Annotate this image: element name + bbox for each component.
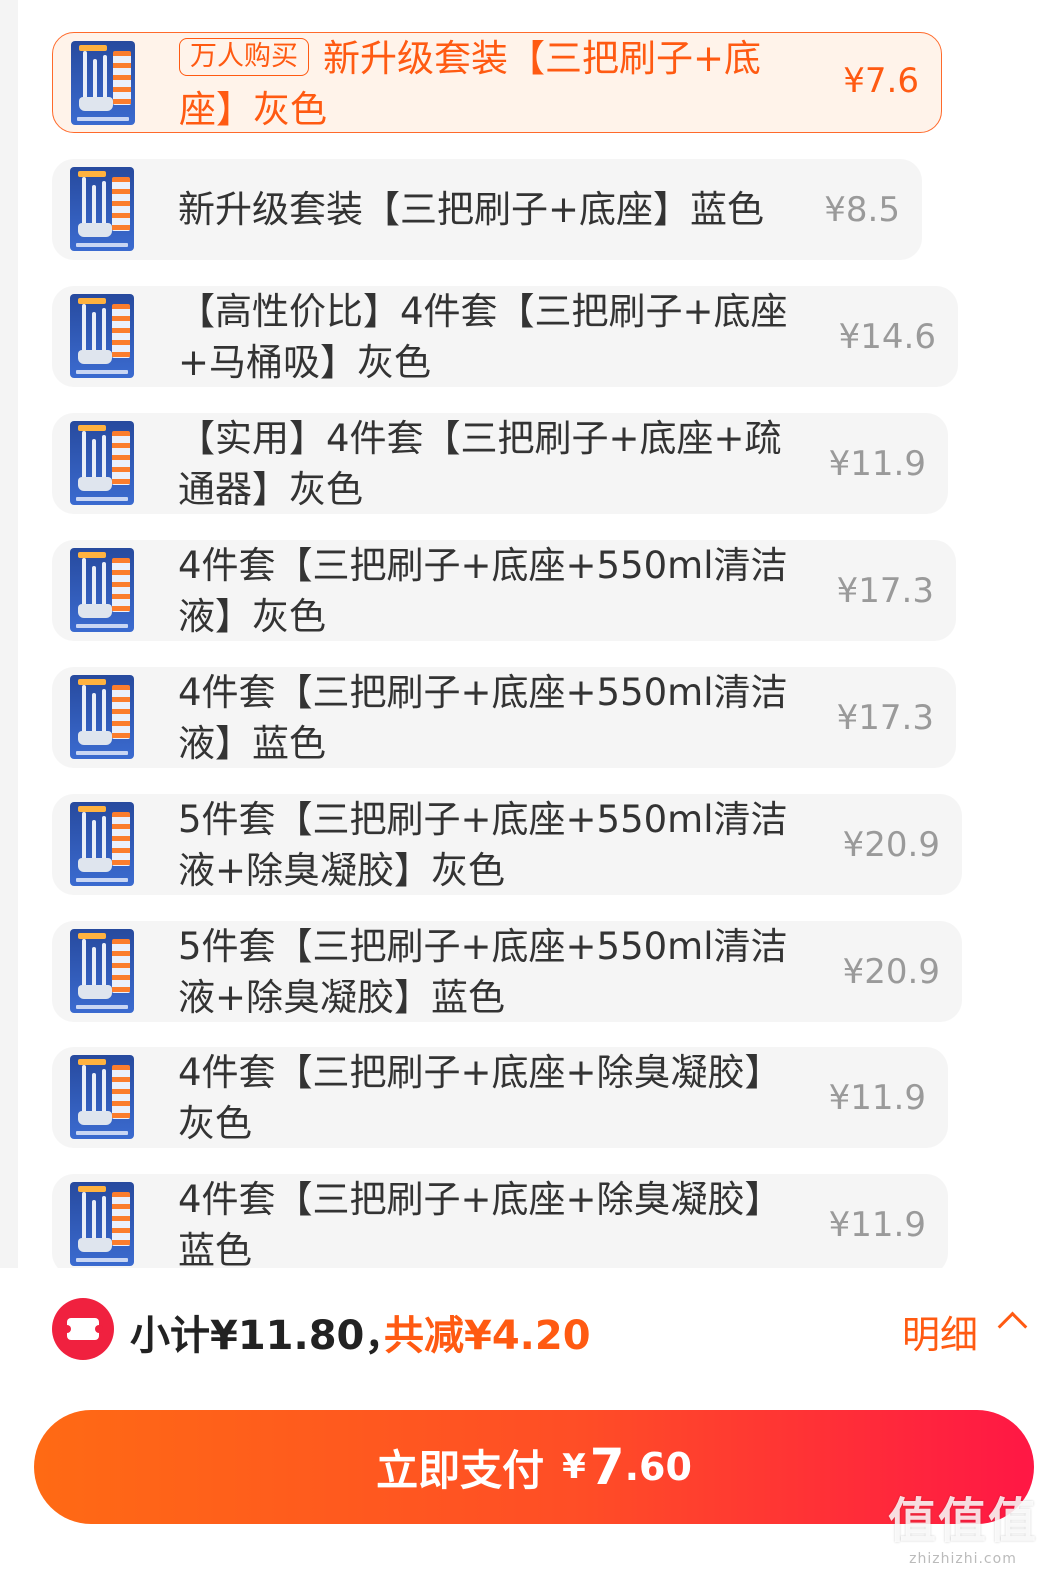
subtotal-text: 小计¥11.80， xyxy=(130,1313,405,1359)
sku-option[interactable]: 【高性价比】4件套【三把刷子+底座+马桶吸】灰色 ¥14.6 xyxy=(52,286,958,387)
product-thumbnail xyxy=(70,675,134,759)
sku-option-list: 万人购买 新升级套装【三把刷子+底座】灰色 ¥7.6 新升级套装【三把刷子+底座】… xyxy=(0,0,1052,1268)
sku-option-name: 【实用】4件套【三把刷子+底座+疏通器】灰色 xyxy=(178,417,782,511)
product-thumbnail xyxy=(70,1055,134,1139)
sku-option-name: 4件套【三把刷子+底座+550ml清洁液】灰色 xyxy=(178,544,788,638)
hot-badge: 万人购买 xyxy=(179,38,309,76)
sku-option-name: 【高性价比】4件套【三把刷子+底座+马桶吸】灰色 xyxy=(178,290,788,384)
sku-option-price: ¥11.9 xyxy=(828,1205,926,1245)
sku-option-name: 5件套【三把刷子+底座+550ml清洁液+除臭凝胶】灰色 xyxy=(178,798,788,892)
pay-currency: ¥ xyxy=(562,1447,586,1487)
sku-option-name: 4件套【三把刷子+底座+除臭凝胶】蓝色 xyxy=(178,1178,782,1268)
sku-option-price: ¥17.3 xyxy=(836,698,934,738)
sku-option[interactable]: 5件套【三把刷子+底座+550ml清洁液+除臭凝胶】蓝色 ¥20.9 xyxy=(52,921,962,1022)
sku-option-price: ¥11.9 xyxy=(828,444,926,484)
product-thumbnail xyxy=(70,548,134,632)
pay-button-label: 立即支付 xyxy=(376,1445,545,1495)
chevron-up-icon[interactable] xyxy=(997,1311,1028,1342)
pay-now-button[interactable]: 立即支付 ¥ 7 .60 xyxy=(34,1410,1034,1524)
sku-option[interactable]: 【实用】4件套【三把刷子+底座+疏通器】灰色 ¥11.9 xyxy=(52,413,948,514)
sku-option[interactable]: 新升级套装【三把刷子+底座】蓝色 ¥8.5 xyxy=(52,159,922,260)
sku-option[interactable]: 4件套【三把刷子+底座+除臭凝胶】灰色 ¥11.9 xyxy=(52,1047,948,1148)
sku-option[interactable]: 4件套【三把刷子+底座+550ml清洁液】蓝色 ¥17.3 xyxy=(52,667,956,768)
checkout-footer: 小计¥11.80， 共减¥4.20 明细 立即支付 ¥ 7 .60 值值值 zh… xyxy=(0,1268,1052,1585)
product-thumbnail xyxy=(71,41,135,125)
sku-option-name: 新升级套装【三把刷子+底座】蓝色 xyxy=(178,188,765,231)
product-thumbnail xyxy=(70,294,134,378)
product-thumbnail xyxy=(70,1182,134,1266)
detail-toggle-label[interactable]: 明细 xyxy=(902,1304,978,1359)
sku-option-price: ¥20.9 xyxy=(842,952,940,992)
pay-amount-decimal: .60 xyxy=(624,1445,692,1489)
sku-option-name: 4件套【三把刷子+底座+除臭凝胶】灰色 xyxy=(178,1051,782,1145)
sku-option-price: ¥14.6 xyxy=(838,317,936,357)
sku-option-price: ¥11.9 xyxy=(828,1078,926,1118)
product-thumbnail xyxy=(70,167,134,251)
discount-text: 共减¥4.20 xyxy=(384,1313,591,1359)
sku-option-name: 5件套【三把刷子+底座+550ml清洁液+除臭凝胶】蓝色 xyxy=(178,925,788,1019)
sku-option[interactable]: 万人购买 新升级套装【三把刷子+底座】灰色 ¥7.6 xyxy=(52,32,942,133)
sku-option-name: 4件套【三把刷子+底座+550ml清洁液】蓝色 xyxy=(178,671,788,765)
watermark: 值值值 zhizhizhi.com xyxy=(887,1493,1038,1567)
sku-option-price: ¥17.3 xyxy=(836,571,934,611)
sku-option[interactable]: 4件套【三把刷子+底座+550ml清洁液】灰色 ¥17.3 xyxy=(52,540,956,641)
sku-option-price: ¥7.6 xyxy=(843,61,919,101)
coupon-ticket-icon xyxy=(52,1298,114,1360)
sku-option-price: ¥8.5 xyxy=(824,190,900,230)
product-thumbnail xyxy=(70,929,134,1013)
sku-option[interactable]: 4件套【三把刷子+底座+除臭凝胶】蓝色 ¥11.9 xyxy=(52,1174,948,1268)
pay-amount-integer: 7 xyxy=(589,1438,625,1496)
sku-option[interactable]: 5件套【三把刷子+底座+550ml清洁液+除臭凝胶】灰色 ¥20.9 xyxy=(52,794,962,895)
sku-option-price: ¥20.9 xyxy=(842,825,940,865)
product-thumbnail xyxy=(70,802,134,886)
sku-option-name: 万人购买 新升级套装【三把刷子+底座】灰色 xyxy=(179,37,762,131)
product-thumbnail xyxy=(70,421,134,505)
